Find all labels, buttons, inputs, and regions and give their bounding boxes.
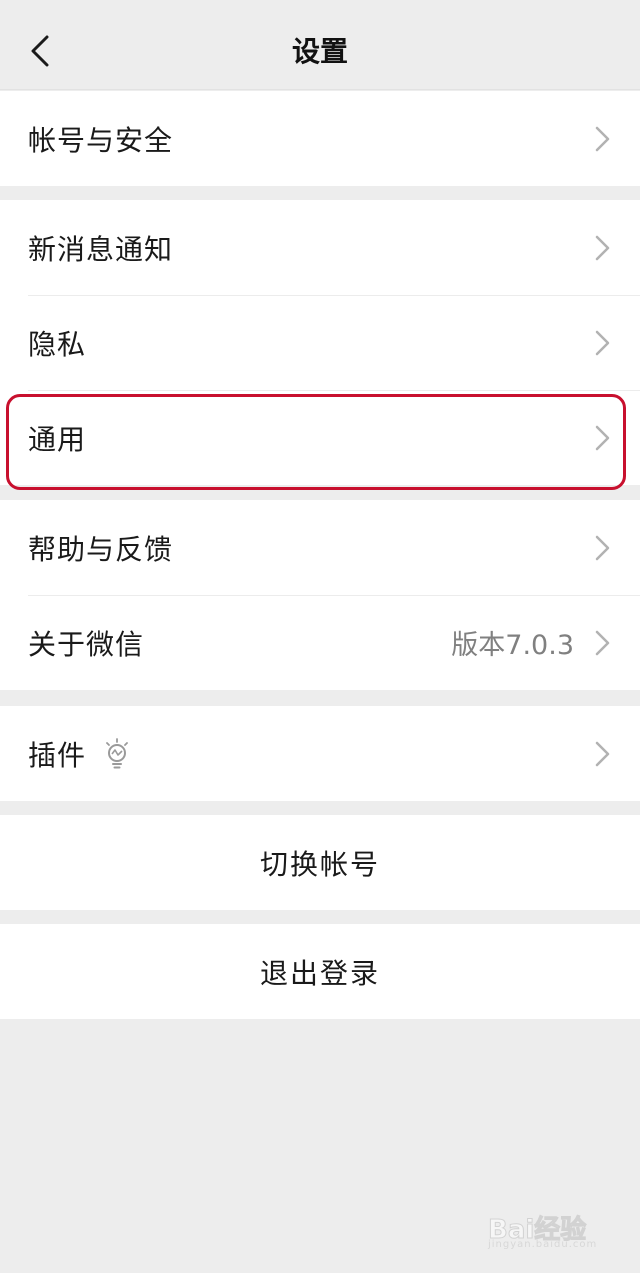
chevron-right-icon [595, 126, 610, 151]
switch-account-button[interactable]: 切换帐号 [0, 815, 640, 910]
logout-button[interactable]: 退出登录 [0, 924, 640, 1019]
logout-label: 退出登录 [259, 956, 380, 990]
version-value: 版本7.0.3 [451, 630, 574, 661]
row-notifications[interactable]: 新消息通知 [0, 200, 640, 295]
row-label: 关于微信 [28, 627, 145, 661]
group-preferences: 新消息通知 隐私 通用 [0, 200, 640, 485]
chevron-right-icon [595, 425, 610, 450]
chevron-right-icon [595, 235, 610, 260]
settings-page: 设置 帐号与安全 新消息通知 隐私 通用 帮助与反馈 关于微信 版本7.0.3 … [0, 0, 640, 1273]
row-label: 帮助与反馈 [28, 532, 174, 566]
row-label: 隐私 [28, 327, 87, 361]
group-account: 帐号与安全 [0, 91, 640, 186]
row-label: 通用 [28, 422, 87, 456]
row-label: 插件 [28, 738, 87, 772]
row-account-security[interactable]: 帐号与安全 [0, 91, 640, 186]
row-help-feedback[interactable]: 帮助与反馈 [0, 500, 640, 595]
chevron-right-icon [595, 535, 610, 560]
group-plugins: 插件 [0, 706, 640, 801]
chevron-right-icon [595, 330, 610, 355]
page-title: 设置 [291, 35, 348, 68]
baidu-jingyan-watermark: Bai经验 jingyan.baidu.com [487, 1205, 608, 1255]
row-privacy[interactable]: 隐私 [0, 295, 640, 390]
chevron-right-icon [595, 630, 610, 655]
switch-account-label: 切换帐号 [259, 847, 380, 881]
lightbulb-icon [106, 737, 128, 768]
row-about[interactable]: 关于微信 版本7.0.3 [0, 595, 640, 690]
watermark-url: jingyan.baidu.com [488, 1239, 598, 1250]
row-plugins[interactable]: 插件 [0, 706, 640, 801]
nav-bar: 设置 [0, 0, 640, 90]
chevron-right-icon [595, 741, 610, 766]
row-label: 新消息通知 [28, 232, 174, 266]
row-label: 帐号与安全 [28, 123, 174, 157]
group-support: 帮助与反馈 关于微信 版本7.0.3 [0, 500, 640, 690]
row-general[interactable]: 通用 [0, 390, 640, 485]
